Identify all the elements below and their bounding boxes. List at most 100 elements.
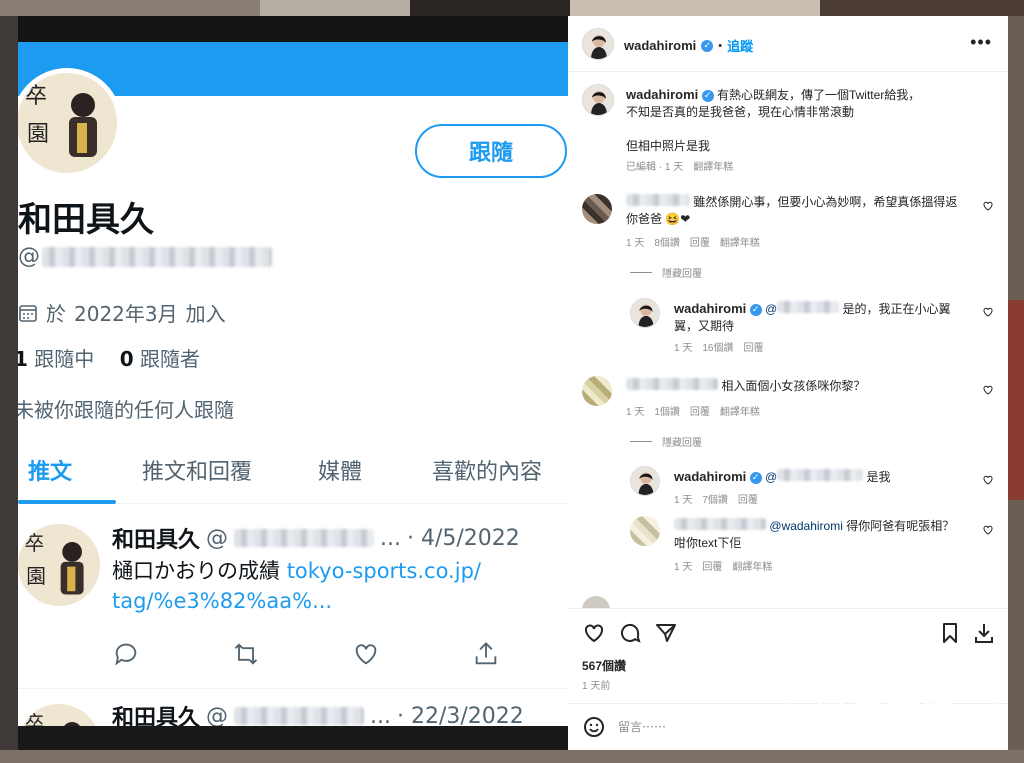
caption-avatar[interactable] xyxy=(582,84,614,116)
comment-icon[interactable] xyxy=(618,621,642,645)
comment-line2: 你爸爸 xyxy=(626,212,663,226)
reply-text: wadahiromi ✓ @ 是我 xyxy=(674,468,974,486)
caption-username[interactable]: wadahiromi xyxy=(626,87,698,102)
comment-line1: 相入面個小女孩係咪你黎？ xyxy=(721,379,866,393)
not-followed-text: 未被你跟隨的任何人跟隨 xyxy=(18,398,234,422)
reply-button[interactable]: 回覆 xyxy=(738,491,758,506)
translate-button[interactable]: 翻譯年糕 xyxy=(720,403,760,418)
more-options-icon[interactable]: ••• xyxy=(970,32,992,53)
retweet-icon[interactable] xyxy=(232,640,262,670)
commenter-name-blurred[interactable] xyxy=(626,378,718,390)
hide-replies-line xyxy=(630,441,652,442)
follow-stats: 1 跟隨中 0 跟隨者 xyxy=(18,343,200,372)
comment-like-icon[interactable] xyxy=(982,306,994,318)
reply-likes[interactable]: 16個讚 xyxy=(702,339,733,354)
tweet-author[interactable]: 和田具久 xyxy=(112,522,200,554)
user-photo-icon xyxy=(631,299,659,327)
header-avatar[interactable] xyxy=(582,28,614,60)
reply-likes[interactable]: 7個讚 xyxy=(702,491,728,506)
svg-text:卒: 卒 xyxy=(25,532,45,555)
tweet-actions xyxy=(112,640,502,670)
save-bookmark-icon[interactable] xyxy=(938,621,962,645)
reply-mention-at[interactable]: @ xyxy=(765,302,777,316)
comment-like-icon[interactable] xyxy=(982,474,994,486)
comment-input[interactable]: 留言⋯⋯ xyxy=(618,718,666,735)
tweet-date[interactable]: · 4/5/2022 xyxy=(407,526,520,551)
reply-mention[interactable]: @wadahiromi xyxy=(769,519,843,533)
follow-button[interactable]: 跟隨 xyxy=(415,124,567,178)
comment-likes[interactable]: 8個讚 xyxy=(654,234,680,249)
reply-button[interactable]: 回覆 xyxy=(702,558,722,573)
comment-likes[interactable]: 1個讚 xyxy=(654,403,680,418)
hide-replies-label: 隱藏回覆 xyxy=(662,438,702,449)
tweet-handle-blurred xyxy=(234,529,375,547)
commenter-name-blurred[interactable] xyxy=(674,518,766,530)
verified-badge-icon: ✓ xyxy=(701,89,714,102)
followers-label: 跟隨者 xyxy=(140,347,200,371)
commenter-avatar-blurred[interactable] xyxy=(582,194,612,224)
reply-username[interactable]: wadahiromi xyxy=(674,301,746,316)
commenter-avatar-blurred[interactable] xyxy=(582,376,612,406)
tweet-link[interactable]: tokyo-sports.co.jp/ xyxy=(287,559,481,583)
profile-avatar[interactable]: 卒 園 xyxy=(18,68,122,178)
reply-mention-at[interactable]: @ xyxy=(765,470,777,484)
tweet-avatar[interactable]: 卒 xyxy=(18,704,100,726)
reply-username[interactable]: wadahiromi xyxy=(674,469,746,484)
like-heart-icon[interactable] xyxy=(582,621,606,645)
joined-date: 於 2022年3月 加入 xyxy=(18,298,226,327)
reply-line2: 咁你text下佢 xyxy=(674,536,742,550)
share-paper-plane-icon[interactable] xyxy=(654,621,678,645)
joined-suffix: 加入 xyxy=(185,302,226,326)
tweet-text: 樋口かおりの成績 tokyo-sports.co.jp/ tag/%e3%82%… xyxy=(112,556,481,616)
caption-edited-time: 已編輯 · 1 天 xyxy=(626,162,684,173)
reply-avatar[interactable] xyxy=(630,298,660,328)
instagram-post-panel: wadahiromi ✓ • 追蹤 ••• wadahiromi ✓ 有熱心既網… xyxy=(568,16,1008,750)
tab-tweets-replies[interactable]: 推文和回覆 xyxy=(142,454,252,486)
comment-like-icon[interactable] xyxy=(982,200,994,212)
followers-link[interactable]: 0 跟隨者 xyxy=(120,347,200,371)
svg-text:園: 園 xyxy=(27,122,49,147)
tweet-date[interactable]: · 22/3/2022 xyxy=(397,704,524,727)
reply-avatar[interactable] xyxy=(630,466,660,496)
followers-count: 0 xyxy=(119,347,134,371)
user-photo-icon xyxy=(583,85,613,115)
tab-media[interactable]: 媒體 xyxy=(318,454,362,486)
following-link[interactable]: 1 跟隨中 xyxy=(18,347,94,371)
translate-button[interactable]: 翻譯年糕 xyxy=(720,234,760,249)
follow-button[interactable]: 追蹤 xyxy=(727,36,753,55)
tweet-link-cont[interactable]: tag/%e3%82%aa%... xyxy=(112,589,332,613)
hide-replies-button[interactable]: 隱藏回覆 xyxy=(630,265,702,280)
banner-dark-strip xyxy=(18,16,568,42)
tab-likes[interactable]: 喜歡的內容 xyxy=(432,454,542,486)
tweet-avatar[interactable]: 卒 園 xyxy=(18,524,100,606)
tweet-handle-ellipsis: ... xyxy=(370,703,391,727)
comment-line1: 雖然係開心事，但要小心為妙啊，希望真係搵得返 xyxy=(693,195,958,209)
mention-blurred[interactable] xyxy=(777,301,840,313)
comment-meta: 1 天 1個讚 回覆 翻譯年糕 xyxy=(626,403,760,418)
header-username[interactable]: wadahiromi xyxy=(624,38,696,53)
reply-button[interactable]: 回覆 xyxy=(690,234,710,249)
commenter-name-blurred[interactable] xyxy=(626,194,690,206)
tweet-header: 和田具久 @ ... · 4/5/2022 xyxy=(112,522,520,554)
hide-replies-button[interactable]: 隱藏回覆 xyxy=(630,434,702,449)
mention-blurred[interactable] xyxy=(777,469,864,481)
translate-button[interactable]: 翻譯年糕 xyxy=(732,558,772,573)
translate-button[interactable]: 翻譯年糕 xyxy=(693,158,733,173)
reply-button[interactable]: 回覆 xyxy=(743,339,763,354)
reply-button[interactable]: 回覆 xyxy=(690,403,710,418)
like-icon[interactable] xyxy=(352,640,382,670)
tweet-author[interactable]: 和田具久 xyxy=(112,700,200,726)
following-label: 跟隨中 xyxy=(34,347,95,371)
watermark-text: 星島頭條 xyxy=(808,692,956,733)
comment-like-icon[interactable] xyxy=(982,524,994,536)
reply-icon[interactable] xyxy=(112,640,142,670)
commenter-avatar-blurred[interactable] xyxy=(630,516,660,546)
tab-tweets[interactable]: 推文 xyxy=(28,454,72,486)
comment-like-icon[interactable] xyxy=(982,384,994,396)
bottom-dark-bar xyxy=(18,726,568,750)
likes-count[interactable]: 567個讚 xyxy=(582,657,626,674)
share-icon[interactable] xyxy=(472,640,502,670)
download-icon[interactable] xyxy=(972,621,996,645)
reply-line1: 是我 xyxy=(866,470,891,484)
emoji-icon[interactable] xyxy=(582,715,606,739)
